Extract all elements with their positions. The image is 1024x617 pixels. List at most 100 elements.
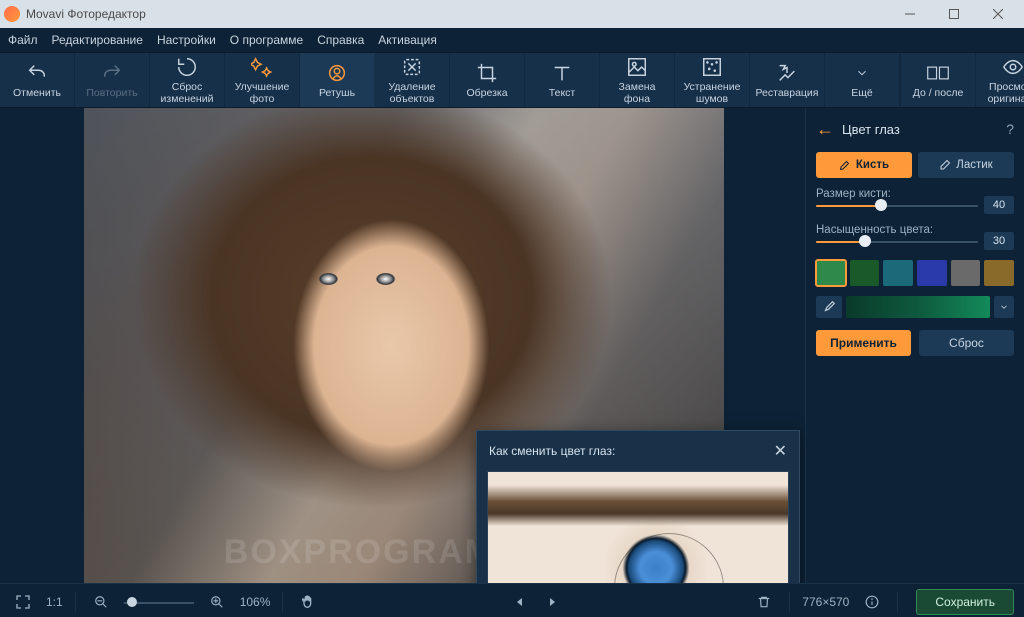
menu-edit[interactable]: Редактирование <box>52 33 143 47</box>
background-label: Замена фона <box>619 81 656 105</box>
view-original-label: Просмотр оригинала <box>988 81 1024 105</box>
minimize-button[interactable] <box>888 0 932 28</box>
noise-label: Устранение шумов <box>684 81 741 105</box>
redo-icon <box>101 62 123 84</box>
maximize-button[interactable] <box>932 0 976 28</box>
text-button[interactable]: Текст <box>525 53 600 107</box>
hint-popup: Как сменить цвет глаз: ✕ Больше не показ… <box>476 430 800 583</box>
chevron-down-icon <box>851 62 873 84</box>
zoom-out-button[interactable] <box>88 589 114 615</box>
panel-title: Цвет глаз <box>842 122 998 137</box>
swatch-5[interactable] <box>984 260 1014 286</box>
brush-size-slider[interactable] <box>816 198 978 212</box>
color-swatches <box>816 260 1014 286</box>
workspace: BOXPROGRAMS.RU Как сменить цвет глаз: ✕ … <box>0 108 1024 583</box>
brush-tool-button[interactable]: Кисть <box>816 152 912 178</box>
menu-settings[interactable]: Настройки <box>157 33 216 47</box>
saturation-slider[interactable] <box>816 234 978 248</box>
hand-tool-button[interactable] <box>295 589 321 615</box>
image-dimensions: 776×570 <box>802 595 849 609</box>
remove-label: Удаление объектов <box>388 81 435 105</box>
background-button[interactable]: Замена фона <box>600 53 675 107</box>
separator <box>897 592 898 612</box>
remove-icon <box>401 56 423 78</box>
eyedropper-button[interactable] <box>816 296 842 318</box>
next-image-button[interactable] <box>539 589 565 615</box>
undo-label: Отменить <box>13 87 61 99</box>
swatch-0[interactable] <box>816 260 846 286</box>
zoom-in-button[interactable] <box>204 589 230 615</box>
reset-changes-button[interactable]: Сброс изменений <box>150 53 225 107</box>
bottombar: 1:1 106% 776×570 Сохранить <box>0 583 1024 617</box>
panel-back-button[interactable]: ← <box>816 119 834 140</box>
crop-button[interactable]: Обрезка <box>450 53 525 107</box>
app-logo-icon <box>4 6 20 22</box>
compare-icon <box>927 62 949 84</box>
more-label: Ещё <box>851 87 872 99</box>
eye-icon <box>1002 56 1024 78</box>
enhance-button[interactable]: Улучшение фото <box>225 53 300 107</box>
toolbar: Отменить Повторить Сброс изменений Улучш… <box>0 53 1024 108</box>
saturation-value: 30 <box>984 232 1014 250</box>
popup-close-button[interactable]: ✕ <box>774 441 787 461</box>
retouch-button[interactable]: Ретушь <box>300 53 375 107</box>
retouch-label: Ретушь <box>319 87 355 99</box>
reset-label: Сброс изменений <box>161 81 214 105</box>
apply-button[interactable]: Применить <box>816 330 911 356</box>
menu-help[interactable]: Справка <box>317 33 364 47</box>
redo-button[interactable]: Повторить <box>75 53 150 107</box>
close-button[interactable] <box>976 0 1020 28</box>
noise-icon <box>701 56 723 78</box>
swatch-4[interactable] <box>951 260 981 286</box>
separator <box>789 592 790 612</box>
reset-icon <box>176 56 198 78</box>
popup-title: Как сменить цвет глаз: <box>489 444 615 458</box>
before-after-button[interactable]: До / после <box>901 53 976 107</box>
brush-label: Кисть <box>856 159 889 171</box>
separator <box>75 592 76 612</box>
fullscreen-button[interactable] <box>10 589 36 615</box>
canvas-area[interactable]: BOXPROGRAMS.RU Как сменить цвет глаз: ✕ … <box>0 108 805 583</box>
background-icon <box>626 56 648 78</box>
delete-button[interactable] <box>751 589 777 615</box>
eraser-label: Ластик <box>956 159 992 171</box>
save-button[interactable]: Сохранить <box>916 589 1014 615</box>
window-title: Movavi Фоторедактор <box>26 7 888 21</box>
undo-button[interactable]: Отменить <box>0 53 75 107</box>
swatch-1[interactable] <box>850 260 880 286</box>
restore-label: Реставрация <box>756 87 819 99</box>
titlebar: Movavi Фоторедактор <box>0 0 1024 28</box>
retouch-icon <box>326 62 348 84</box>
menu-file[interactable]: Файл <box>8 33 38 47</box>
text-icon <box>551 62 573 84</box>
enhance-label: Улучшение фото <box>235 81 290 105</box>
color-gradient[interactable] <box>846 296 990 318</box>
reset-button[interactable]: Сброс <box>919 330 1014 356</box>
restore-button[interactable]: Реставрация <box>750 53 825 107</box>
color-dropdown-button[interactable] <box>994 296 1014 318</box>
more-button[interactable]: Ещё <box>825 53 900 107</box>
restore-icon <box>776 62 798 84</box>
panel-help-button[interactable]: ? <box>1006 121 1014 137</box>
separator <box>282 592 283 612</box>
swatch-3[interactable] <box>917 260 947 286</box>
zoom-slider[interactable] <box>124 595 194 609</box>
prev-image-button[interactable] <box>507 589 533 615</box>
side-panel: ← Цвет глаз ? Кисть Ластик Размер кисти:… <box>805 108 1024 583</box>
menu-about[interactable]: О программе <box>230 33 303 47</box>
zoom-value: 106% <box>240 595 271 609</box>
swatch-2[interactable] <box>883 260 913 286</box>
remove-objects-button[interactable]: Удаление объектов <box>375 53 450 107</box>
crop-label: Обрезка <box>466 87 507 99</box>
info-button[interactable] <box>859 589 885 615</box>
view-original-button[interactable]: Просмотр оригинала <box>976 53 1024 107</box>
menu-activation[interactable]: Активация <box>378 33 437 47</box>
ratio-label[interactable]: 1:1 <box>46 595 63 609</box>
menubar: Файл Редактирование Настройки О программ… <box>0 28 1024 53</box>
enhance-icon <box>251 56 273 78</box>
brush-size-value: 40 <box>984 196 1014 214</box>
redo-label: Повторить <box>86 87 137 99</box>
noise-button[interactable]: Устранение шумов <box>675 53 750 107</box>
eraser-tool-button[interactable]: Ластик <box>918 152 1014 178</box>
text-label: Текст <box>549 87 575 99</box>
